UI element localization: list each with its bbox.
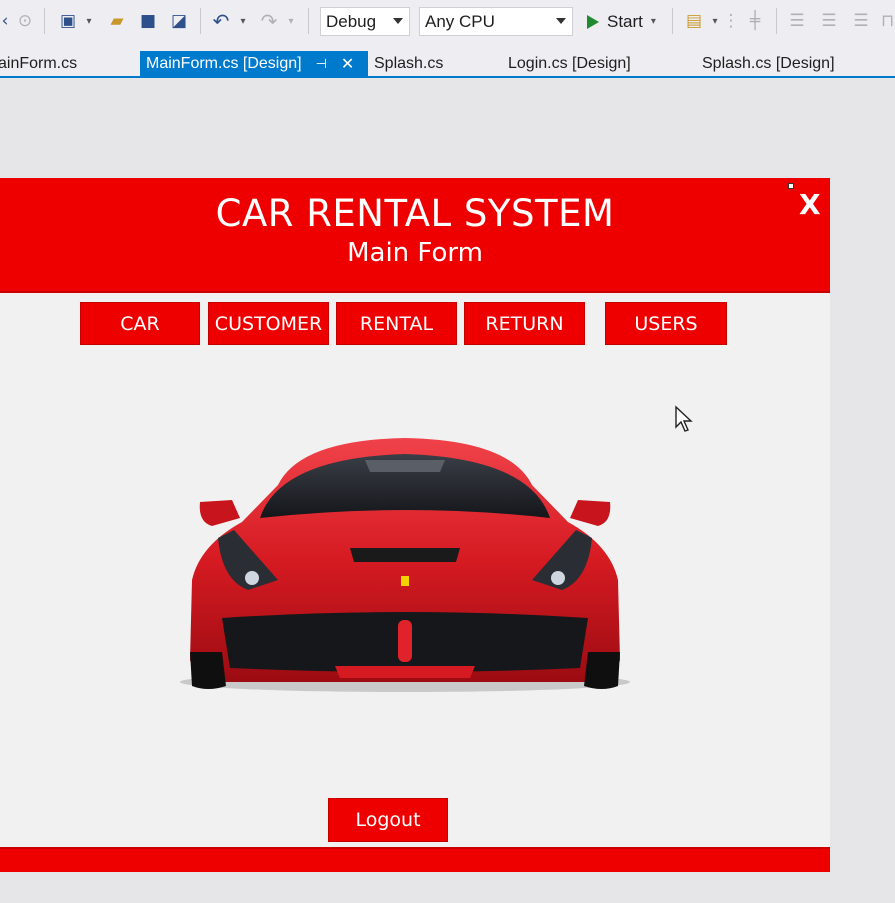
car-picture[interactable]	[160, 430, 650, 700]
close-icon[interactable]: ✕	[341, 54, 354, 74]
tab-splash-cs[interactable]: Splash.cs	[374, 51, 443, 76]
toolbar-separator	[776, 8, 777, 34]
toolbar-separator	[672, 8, 673, 34]
tab-label: Splash.cs	[374, 54, 444, 72]
toolbar-separator	[200, 8, 201, 34]
back-arrow-icon[interactable]: ‹	[0, 9, 10, 33]
tab-mainform-design[interactable]: MainForm.cs [Design] ⊣ ✕	[140, 51, 368, 76]
logout-button[interactable]: Logout	[328, 798, 448, 842]
undo-icon[interactable]: ↶	[208, 9, 234, 33]
chevron-down-icon	[556, 18, 566, 24]
align-centers-icon[interactable]: ☰	[818, 9, 840, 33]
document-tab-bar: ainForm.cs MainForm.cs [Design] ⊣ ✕ Spla…	[0, 51, 895, 78]
play-icon	[587, 14, 599, 29]
return-button[interactable]: RETURN	[464, 302, 585, 345]
tab-label: ainForm.cs	[0, 54, 78, 72]
toolbar-grip-icon: ⋮	[722, 11, 740, 31]
toolbar-separator	[44, 8, 45, 34]
page-subtitle: Main Form	[347, 238, 483, 268]
tab-label: Splash.cs [Design]	[702, 54, 835, 72]
solution-platform-value: Any CPU	[425, 11, 495, 31]
solution-configuration-select[interactable]: Debug	[320, 7, 410, 36]
form-footer-panel[interactable]	[0, 847, 830, 872]
selection-handle[interactable]	[788, 183, 794, 189]
align-lefts-icon[interactable]: ☰	[786, 9, 808, 33]
mouse-cursor-icon	[675, 405, 693, 432]
vs-toolbar: ‹ ⊙ ▣ ▾ ▰ ■ ◪ ↶ ▾ ↷ ▾ Debug Any CPU Star…	[0, 0, 895, 44]
start-label: Start	[607, 11, 643, 31]
rental-button[interactable]: RENTAL	[336, 302, 457, 345]
main-form[interactable]: CAR RENTAL SYSTEM Main Form X CAR CUSTOM…	[0, 178, 830, 872]
new-item-icon[interactable]: ▣	[56, 9, 80, 33]
customer-button[interactable]: CUSTOMER	[208, 302, 329, 345]
align-rights-icon[interactable]: ☰	[850, 9, 872, 33]
tab-label: Login.cs [Design]	[508, 54, 631, 72]
save-icon[interactable]: ■	[136, 9, 160, 33]
align-to-grid-icon[interactable]: ╪	[744, 9, 766, 33]
toolbar-separator	[308, 8, 309, 34]
tab-label: MainForm.cs [Design]	[146, 54, 302, 72]
start-debugging-button[interactable]: Start ▾	[584, 7, 666, 36]
start-dropdown-icon[interactable]: ▾	[651, 16, 656, 27]
undo-dropdown-icon[interactable]: ▾	[238, 9, 248, 33]
close-button[interactable]: X	[799, 188, 821, 221]
redo-icon[interactable]: ↷	[256, 9, 282, 33]
new-item-dropdown-icon[interactable]: ▾	[84, 9, 94, 33]
tab-login-design[interactable]: Login.cs [Design]	[508, 51, 631, 76]
open-folder-icon[interactable]: ▰	[104, 9, 130, 33]
form-header-panel[interactable]: CAR RENTAL SYSTEM Main Form X	[0, 178, 830, 293]
align-tops-icon[interactable]: ⊓	[880, 9, 895, 33]
pin-icon[interactable]: ⊣	[316, 56, 327, 72]
solution-platform-select[interactable]: Any CPU	[419, 7, 573, 36]
solution-configuration-value: Debug	[326, 11, 377, 31]
chevron-down-icon	[393, 18, 403, 24]
browse-icon[interactable]: ▤	[682, 9, 706, 33]
page-title: CAR RENTAL SYSTEM	[215, 192, 615, 235]
tab-splash-design[interactable]: Splash.cs [Design]	[702, 51, 835, 76]
tab-mainform-cs[interactable]: ainForm.cs	[0, 51, 77, 76]
form-designer-surface[interactable]: CAR RENTAL SYSTEM Main Form X CAR CUSTOM…	[0, 78, 895, 903]
redo-dropdown-icon[interactable]: ▾	[286, 9, 296, 33]
save-all-icon[interactable]: ◪	[166, 9, 192, 33]
car-button[interactable]: CAR	[80, 302, 200, 345]
users-button[interactable]: USERS	[605, 302, 727, 345]
navigate-forward-icon[interactable]: ⊙	[14, 9, 36, 33]
browse-dropdown-icon[interactable]: ▾	[710, 9, 720, 33]
